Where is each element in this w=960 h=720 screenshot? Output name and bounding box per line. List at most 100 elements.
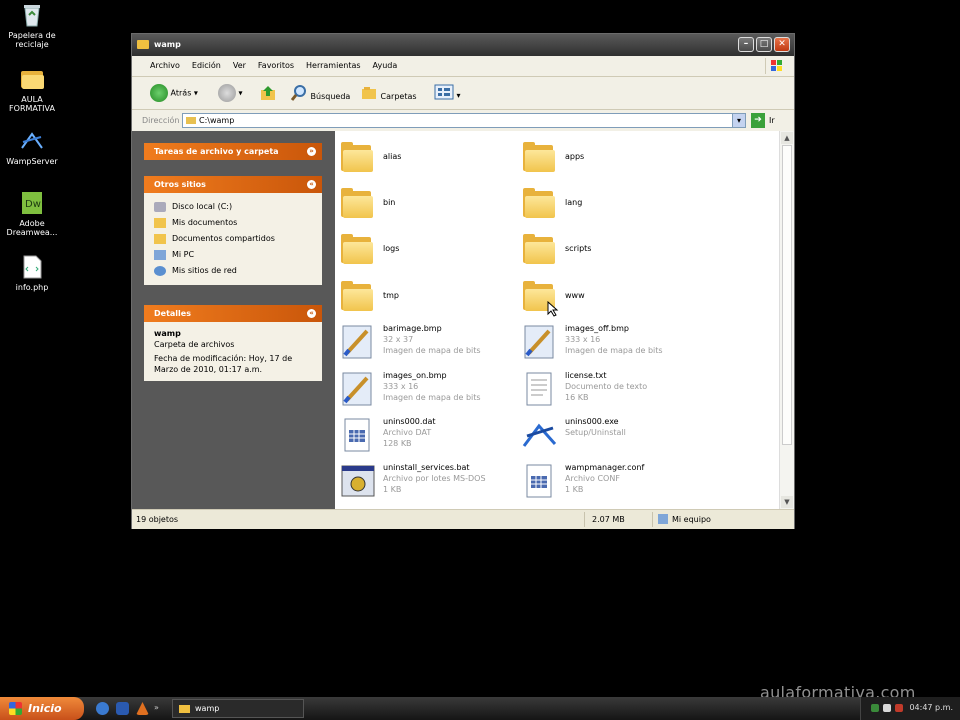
file-item-wampmanager-conf[interactable]: wampmanager.conf Archivo CONF 1 KB <box>521 462 644 500</box>
forward-arrow-icon <box>218 84 236 102</box>
folder-item-apps[interactable]: apps <box>521 139 584 177</box>
folders-label: Carpetas <box>380 92 417 101</box>
window-title: wamp <box>154 40 181 49</box>
file-size: 1 KB <box>565 485 584 494</box>
start-button[interactable]: Inicio <box>0 697 84 720</box>
dreamweaver-icon: Dw <box>19 190 45 216</box>
scroll-up-arrow-icon[interactable]: ▲ <box>781 132 793 144</box>
file-name: images_off.bmp <box>565 324 629 333</box>
title-bar[interactable]: wamp – □ ✕ <box>132 34 794 56</box>
other-places-header[interactable]: Otros sitios « <box>144 176 322 193</box>
vertical-scrollbar[interactable]: ▲ ▼ <box>779 131 794 509</box>
file-item-images-on[interactable]: images_on.bmp 333 x 16 Imagen de mapa de… <box>339 370 481 408</box>
chevron-up-icon[interactable]: « <box>307 309 316 318</box>
batch-file-icon <box>339 462 377 500</box>
file-item-unins000-dat[interactable]: unins000.dat Archivo DAT 128 KB <box>339 416 436 454</box>
go-button[interactable]: Ir <box>769 116 775 125</box>
search-button[interactable]: Búsqueda <box>290 84 350 102</box>
desktop-icon-label: WampServer <box>6 157 58 166</box>
scroll-thumb[interactable] <box>782 145 792 445</box>
folder-icon <box>179 705 190 713</box>
file-name: www <box>565 291 585 300</box>
paint-bitmap-icon <box>339 323 377 361</box>
maximize-button[interactable]: □ <box>756 37 772 52</box>
back-button[interactable]: Atrás ▾ <box>150 84 198 102</box>
file-name: alias <box>383 152 402 161</box>
details-header[interactable]: Detalles « <box>144 305 322 322</box>
file-name: tmp <box>383 291 400 300</box>
desktop-icon-recycle-bin[interactable]: Papelera de reciclaje <box>0 2 64 49</box>
folder-icon <box>521 231 559 269</box>
file-name: unins000.dat <box>383 417 436 426</box>
place-my-documents[interactable]: Mis documentos <box>154 215 312 231</box>
place-network[interactable]: Mis sitios de red <box>154 263 312 279</box>
up-folder-button[interactable] <box>259 84 277 102</box>
file-name: images_on.bmp <box>383 371 447 380</box>
status-location: Mi equipo <box>672 515 711 524</box>
desktop-icon-aula-formativa[interactable]: AULA FORMATIVA <box>0 66 64 113</box>
file-tasks-title: Tareas de archivo y carpeta <box>154 147 279 156</box>
vlc-icon[interactable] <box>136 702 149 715</box>
folder-item-lang[interactable]: lang <box>521 185 582 223</box>
place-shared-documents[interactable]: Documentos compartidos <box>154 231 312 247</box>
taskbar-button-wamp[interactable]: wamp <box>172 699 304 718</box>
file-size: 16 KB <box>565 393 589 402</box>
forward-button[interactable]: ▾ <box>218 84 243 102</box>
desktop-icon-dreamweaver[interactable]: Dw Adobe Dreamwea... <box>0 190 64 237</box>
menu-archivo[interactable]: Archivo <box>144 56 186 76</box>
desktop-icon-info-php[interactable]: info.php <box>0 254 64 292</box>
folder-item-alias[interactable]: alias <box>339 139 401 177</box>
file-type: Setup/Uninstall <box>565 428 626 437</box>
chevron-down-icon[interactable]: » <box>307 147 316 156</box>
menu-herramientas[interactable]: Herramientas <box>300 56 367 76</box>
file-item-images-off[interactable]: images_off.bmp 333 x 16 Imagen de mapa d… <box>521 323 663 361</box>
place-local-disk[interactable]: Disco local (C:) <box>154 199 312 215</box>
menu-bar: Archivo Edición Ver Favoritos Herramientas Ay… <box>132 56 794 77</box>
details-modified: Fecha de modificación: Hoy, 17 de Marzo … <box>154 354 293 374</box>
place-my-computer[interactable]: Mi PC <box>154 247 312 263</box>
other-places-title: Otros sitios <box>154 180 206 189</box>
file-item-unins000-exe[interactable]: unins000.exe Setup/Uninstall <box>521 416 626 454</box>
internet-explorer-icon[interactable] <box>96 702 109 715</box>
file-name: unins000.exe <box>565 417 619 426</box>
go-arrow-icon[interactable]: ➔ <box>751 113 765 128</box>
menu-ver[interactable]: Ver <box>227 56 252 76</box>
paint-bitmap-icon <box>339 370 377 408</box>
setup-uninstall-icon <box>521 416 559 454</box>
close-button[interactable]: ✕ <box>774 37 790 52</box>
chevron-right-icon[interactable]: » <box>154 703 162 716</box>
menu-ayuda[interactable]: Ayuda <box>367 56 404 76</box>
chevron-up-icon[interactable]: « <box>307 180 316 189</box>
show-desktop-icon[interactable] <box>116 702 129 715</box>
minimize-button[interactable]: – <box>738 37 754 52</box>
folders-button[interactable]: Carpetas <box>360 84 417 102</box>
file-item-uninstall-services[interactable]: uninstall_services.bat Archivo por lotes… <box>339 462 486 500</box>
search-icon <box>290 84 308 109</box>
folder-item-bin[interactable]: bin <box>339 185 395 223</box>
desktop-icon-wampserver[interactable]: WampServer <box>0 128 64 166</box>
file-name: license.txt <box>565 371 607 380</box>
desktop-icon-label: info.php <box>15 283 49 292</box>
scroll-down-arrow-icon[interactable]: ▼ <box>781 496 793 508</box>
folder-item-scripts[interactable]: scripts <box>521 231 591 269</box>
file-item-license[interactable]: license.txt Documento de texto 16 KB <box>521 370 647 408</box>
folder-item-tmp[interactable]: tmp <box>339 278 399 316</box>
address-input[interactable]: C:\wamp <box>182 113 738 128</box>
php-file-icon <box>19 254 45 280</box>
file-type: Archivo CONF <box>565 474 620 483</box>
toolbar: Atrás ▾ ▾ Búsqueda Carpetas ▾ <box>132 77 794 110</box>
text-document-icon <box>521 370 559 408</box>
menu-favoritos[interactable]: Favoritos <box>252 56 300 76</box>
address-dropdown-button[interactable]: ▾ <box>732 113 746 128</box>
folder-item-logs[interactable]: logs <box>339 231 399 269</box>
folder-icon <box>186 117 196 124</box>
file-name: barimage.bmp <box>383 324 442 333</box>
file-tasks-header[interactable]: Tareas de archivo y carpeta » <box>144 143 322 160</box>
views-button[interactable]: ▾ <box>434 84 461 102</box>
menu-edicion[interactable]: Edición <box>186 56 227 76</box>
file-item-barimage[interactable]: barimage.bmp 32 x 37 Imagen de mapa de b… <box>339 323 481 361</box>
task-label: wamp <box>195 704 220 713</box>
place-label: Mis sitios de red <box>172 266 237 275</box>
folder-icon <box>339 139 377 177</box>
hard-drive-icon <box>154 202 166 212</box>
